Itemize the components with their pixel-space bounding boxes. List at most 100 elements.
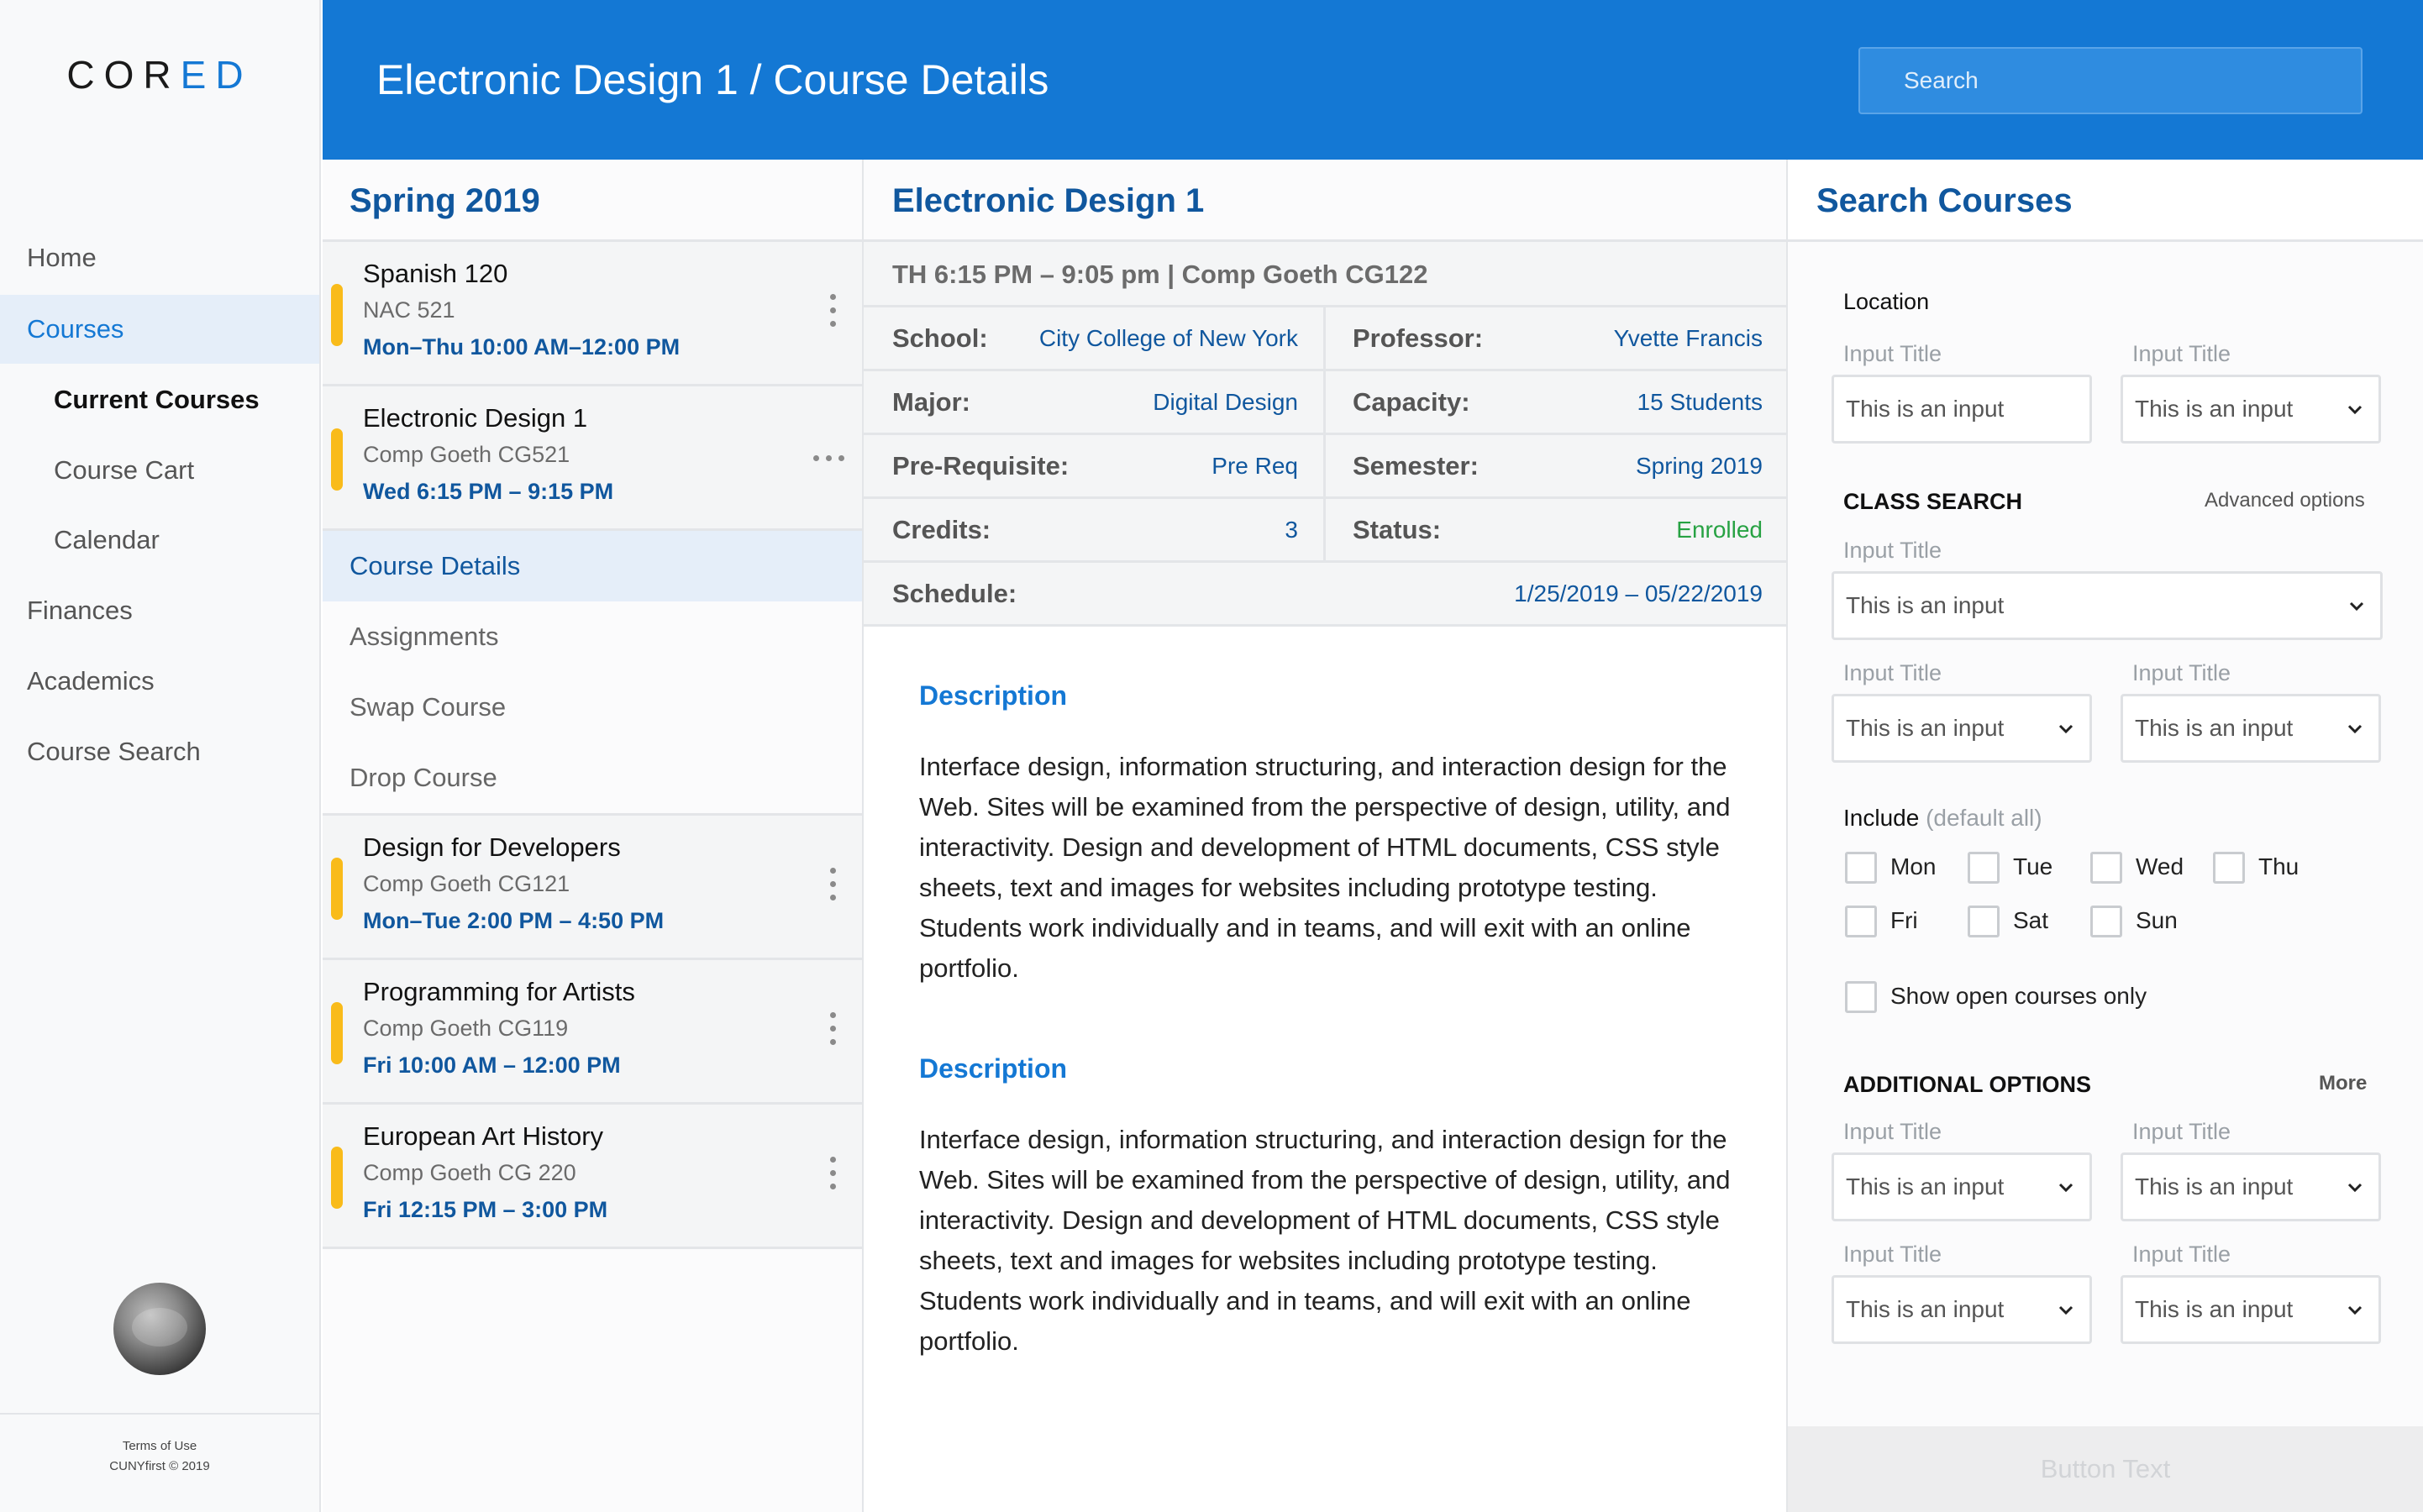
input-title: Input Title [1843,538,1942,563]
course-room: Comp Goeth CG521 [363,442,570,467]
course-card[interactable]: Programming for Artists Comp Goeth CG119… [323,960,862,1105]
sidebar-item-academics[interactable]: Academics [0,647,319,716]
sidebar-item-home[interactable]: Home [0,223,319,292]
course-card[interactable]: Spanish 120 NAC 521 Mon–Thu 10:00 AM–12:… [323,242,862,386]
logo-accent-text: ED [180,53,253,97]
advanced-options-link[interactable]: Advanced options [2205,489,2365,512]
chevron-down-icon [2058,1301,2074,1318]
kebab-icon[interactable] [828,1155,837,1192]
course-card[interactable]: European Art History Comp Goeth CG 220 F… [323,1105,862,1249]
more-horizontal-icon[interactable] [812,454,845,462]
avatar[interactable] [113,1283,206,1375]
day-checkbox-sat[interactable] [1968,906,2000,937]
location-input[interactable] [1832,375,2092,444]
search-panel-title: Search Courses [1788,160,2423,242]
sidebar-footer: Terms of Use CUNYfirst © 2019 [0,1413,319,1477]
day-checkbox-fri[interactable] [1845,906,1877,937]
day-checkbox-tue[interactable] [1968,852,2000,884]
course-name: Design for Developers [363,832,621,862]
chevron-down-icon [2058,1179,2074,1195]
select-value: This is an input [1846,715,2005,741]
sidebar-item-current-courses[interactable]: Current Courses [0,365,319,434]
chevron-down-icon [2347,720,2363,737]
include-text: Include [1843,805,1920,831]
subnav-drop-course[interactable]: Drop Course [323,743,862,813]
subnav-assignments[interactable]: Assignments [323,601,862,672]
day-checkbox-mon[interactable] [1845,852,1877,884]
app-logo[interactable]: CORED [0,52,319,97]
subnav-swap-course[interactable]: Swap Course [323,672,862,743]
chevron-down-icon [2347,1179,2363,1195]
course-room: Comp Goeth CG 220 [363,1160,576,1185]
course-name: European Art History [363,1121,604,1151]
credits-value: 3 [1285,517,1298,543]
class-filter-select[interactable]: This is an input [1832,694,2092,763]
kebab-icon[interactable] [828,292,837,329]
course-time: Mon–Tue 2:00 PM – 4:50 PM [363,908,665,933]
additional-option-select[interactable]: This is an input [2121,1275,2381,1344]
day-label: Sun [2136,907,2178,933]
description-text: Interface design, information structurin… [919,1125,1731,1356]
day-checkbox-wed[interactable] [2090,852,2122,884]
course-room: Comp Goeth CG121 [363,871,570,896]
sidebar-item-finances[interactable]: Finances [0,576,319,645]
meeting-info: TH 6:15 PM – 9:05 pm | Comp Goeth CG122 [864,242,1786,307]
prerequisite-label: Pre-Requisite: [892,451,1070,480]
class-filter-select[interactable]: This is an input [2121,694,2381,763]
capacity-value: 15 Students [1637,389,1763,415]
sidebar-item-calendar[interactable]: Calendar [0,506,319,575]
major-value[interactable]: Digital Design [1153,371,1298,433]
input-title: Input Title [2132,660,2231,685]
course-subnav: Course Details Assignments Swap Course D… [323,531,862,816]
input-title: Input Title [1843,1119,1942,1144]
day-checkbox-sun[interactable] [2090,906,2122,937]
course-marker [331,858,343,920]
copyright-text: CUNYfirst © 2019 [109,1459,210,1473]
class-search-label: CLASS SEARCH [1843,489,2023,514]
day-label: Sat [2013,907,2049,933]
sidebar-item-course-search[interactable]: Course Search [0,717,319,786]
course-marker [331,1002,343,1064]
course-name: Spanish 120 [363,259,508,288]
select-value: This is an input [2135,396,2294,422]
kebab-icon[interactable] [828,866,837,903]
professor-value[interactable]: Yvette Francis [1614,307,1763,369]
additional-option-select[interactable]: This is an input [1832,1152,2092,1221]
course-card-selected[interactable]: Electronic Design 1 Comp Goeth CG521 Wed… [323,386,862,531]
day-checkbox-thu[interactable] [2213,852,2245,884]
course-detail-panel: Electronic Design 1 TH 6:15 PM – 9:05 pm… [864,160,1788,1512]
prerequisite-value[interactable]: Pre Req [1212,435,1298,496]
info-row: School: City College of New York Professo… [864,307,1786,371]
class-search-select[interactable]: This is an input [1832,571,2383,640]
more-options-link[interactable]: More [2319,1072,2367,1095]
sidebar-item-course-cart[interactable]: Course Cart [0,436,319,505]
chevron-down-icon [2347,401,2363,417]
school-value[interactable]: City College of New York [1039,307,1298,369]
include-default-text: (default all) [1926,805,2042,831]
additional-option-select[interactable]: This is an input [1832,1275,2092,1344]
course-marker [331,1147,343,1209]
open-courses-checkbox[interactable] [1845,981,1877,1013]
additional-option-select[interactable]: This is an input [2121,1152,2381,1221]
sidebar-item-courses[interactable]: Courses [0,295,319,364]
location-select[interactable]: This is an input [2121,375,2381,444]
course-time: Mon–Thu 10:00 AM–12:00 PM [363,334,681,360]
school-label: School: [892,323,988,353]
search-input[interactable] [1858,47,2363,114]
course-time: Fri 12:15 PM – 3:00 PM [363,1197,608,1222]
search-submit-button[interactable]: Button Text [1788,1426,2423,1512]
info-row: Schedule: 1/25/2019 – 05/22/2019 [864,563,1786,627]
kebab-icon[interactable] [828,1011,837,1047]
top-header: Electronic Design 1 / Course Details [323,0,2423,160]
additional-options-label: ADDITIONAL OPTIONS [1843,1072,2092,1097]
terms-of-use-link[interactable]: Terms of Use [0,1436,319,1457]
day-label: Fri [1890,907,1918,933]
credits-label: Credits: [892,515,991,544]
professor-label: Professor: [1353,323,1484,353]
subnav-course-details[interactable]: Course Details [323,531,862,601]
course-card[interactable]: Design for Developers Comp Goeth CG121 M… [323,816,862,960]
course-name: Electronic Design 1 [363,403,588,433]
select-value: This is an input [2135,1296,2294,1322]
search-courses-panel: Search Courses Location Input Title Inpu… [1788,160,2423,1512]
input-title: Input Title [1843,660,1942,685]
